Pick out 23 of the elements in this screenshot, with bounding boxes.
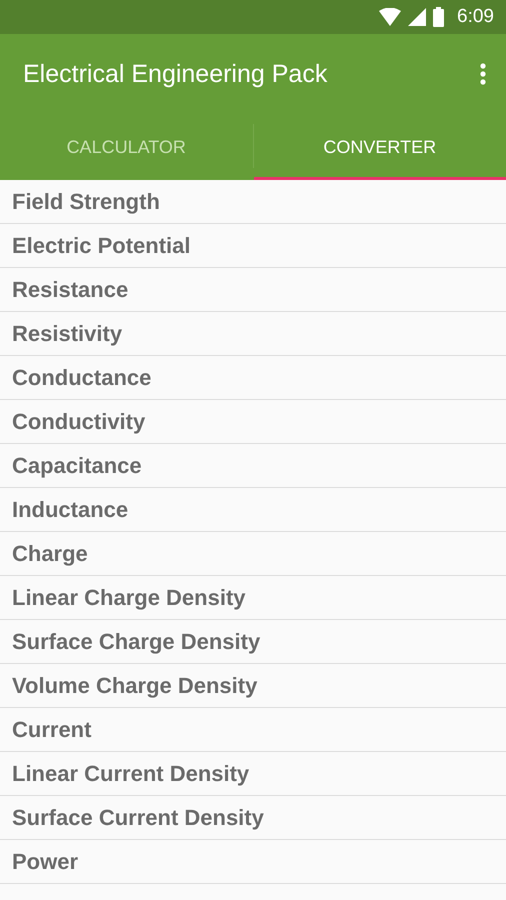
list-item[interactable]: Electric Potential: [0, 224, 506, 268]
list-item[interactable]: Resistivity: [0, 312, 506, 356]
list-item[interactable]: Volume Charge Density: [0, 664, 506, 708]
wifi-icon: [379, 8, 402, 26]
app-title: Electrical Engineering Pack: [23, 60, 328, 88]
list-item[interactable]: Inductance: [0, 488, 506, 532]
list-item[interactable]: Power: [0, 840, 506, 884]
list-item[interactable]: Charge: [0, 532, 506, 576]
list-item[interactable]: Surface Charge Density: [0, 620, 506, 664]
list-item[interactable]: Current: [0, 708, 506, 752]
battery-icon: [433, 7, 444, 27]
list-item[interactable]: Conductance: [0, 356, 506, 400]
status-time: 6:09: [457, 6, 494, 28]
list-item[interactable]: Linear Charge Density: [0, 576, 506, 620]
signal-icon: [408, 8, 426, 26]
list-item[interactable]: Capacitance: [0, 444, 506, 488]
list-item[interactable]: Surface Current Density: [0, 796, 506, 840]
list-item[interactable]: Conductivity: [0, 400, 506, 444]
list-item[interactable]: Linear Current Density: [0, 752, 506, 796]
list-item[interactable]: Resistance: [0, 268, 506, 312]
more-icon: [480, 63, 486, 85]
list-item[interactable]: Field Strength: [0, 180, 506, 224]
tab[interactable]: CONVERTER: [254, 114, 506, 180]
